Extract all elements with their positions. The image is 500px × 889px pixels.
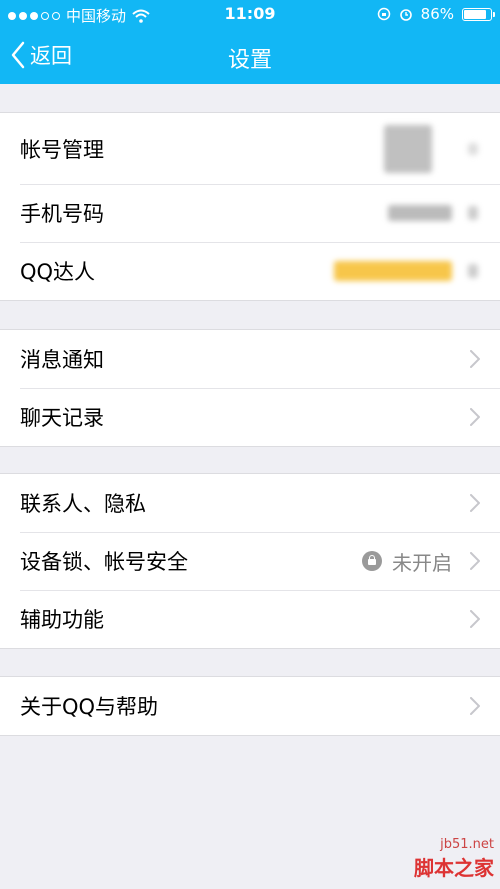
row-label: 手机号码 — [20, 202, 104, 226]
messages-section: 消息通知 聊天记录 — [0, 329, 500, 447]
row-label: 联系人、隐私 — [20, 492, 146, 516]
settings-row-account[interactable]: 帐号管理 — [0, 113, 500, 184]
chevron-right-icon — [470, 552, 480, 570]
chevron-right-icon — [470, 408, 480, 426]
watermark: jb51.net 脚本之家 — [414, 837, 494, 881]
settings-row-qq-master[interactable]: QQ达人 — [0, 242, 500, 300]
lock-icon — [362, 551, 382, 571]
watermark-brand: 脚本之家 — [414, 856, 494, 880]
row-label: QQ达人 — [20, 260, 96, 284]
status-text: 未开启 — [392, 550, 452, 575]
settings-row-about-help[interactable]: 关于QQ与帮助 — [0, 677, 500, 735]
chevron-right-icon — [470, 350, 480, 368]
row-label: 消息通知 — [20, 348, 104, 372]
watermark-site: jb51.net — [440, 837, 494, 852]
battery-icon — [462, 7, 495, 21]
battery-percent: 86% — [420, 5, 454, 23]
redacted-value — [468, 264, 478, 278]
row-label: 设备锁、帐号安全 — [20, 550, 188, 574]
nav-bar: 返回 设置 — [0, 28, 500, 84]
row-label: 帐号管理 — [20, 137, 104, 162]
about-section: 关于QQ与帮助 — [0, 676, 500, 736]
alarm-icon — [399, 9, 412, 21]
settings-row-contacts-privacy[interactable]: 联系人、隐私 — [0, 474, 500, 532]
row-label: 关于QQ与帮助 — [20, 695, 159, 719]
page-title: 设置 — [227, 48, 272, 73]
device-lock-status: 未开启 — [362, 547, 452, 576]
redacted-value — [388, 205, 452, 221]
chevron-right-icon — [470, 697, 480, 715]
redacted-value — [468, 206, 478, 220]
status-bar: 中国移动 11:09 86% — [0, 0, 500, 28]
row-label: 聊天记录 — [20, 406, 104, 430]
settings-row-device-lock[interactable]: 设备锁、帐号安全 未开启 — [0, 532, 500, 590]
chevron-right-icon — [470, 610, 480, 628]
chevron-right-icon — [470, 494, 480, 512]
account-section: 帐号管理 手机号码 QQ达人 — [0, 112, 500, 301]
redacted-value — [468, 142, 478, 155]
avatar — [384, 124, 432, 173]
settings-row-phone[interactable]: 手机号码 — [0, 184, 500, 242]
settings-row-accessibility[interactable]: 辅助功能 — [0, 590, 500, 648]
row-label: 辅助功能 — [20, 608, 104, 632]
settings-row-chat-history[interactable]: 聊天记录 — [0, 388, 500, 446]
privacy-section: 联系人、隐私 设备锁、帐号安全 未开启 辅助功能 — [0, 473, 500, 649]
status-right: 86% — [377, 5, 495, 23]
redacted-badge — [334, 261, 452, 281]
settings-row-notifications[interactable]: 消息通知 — [0, 330, 500, 388]
rotation-lock-icon — [377, 7, 390, 21]
